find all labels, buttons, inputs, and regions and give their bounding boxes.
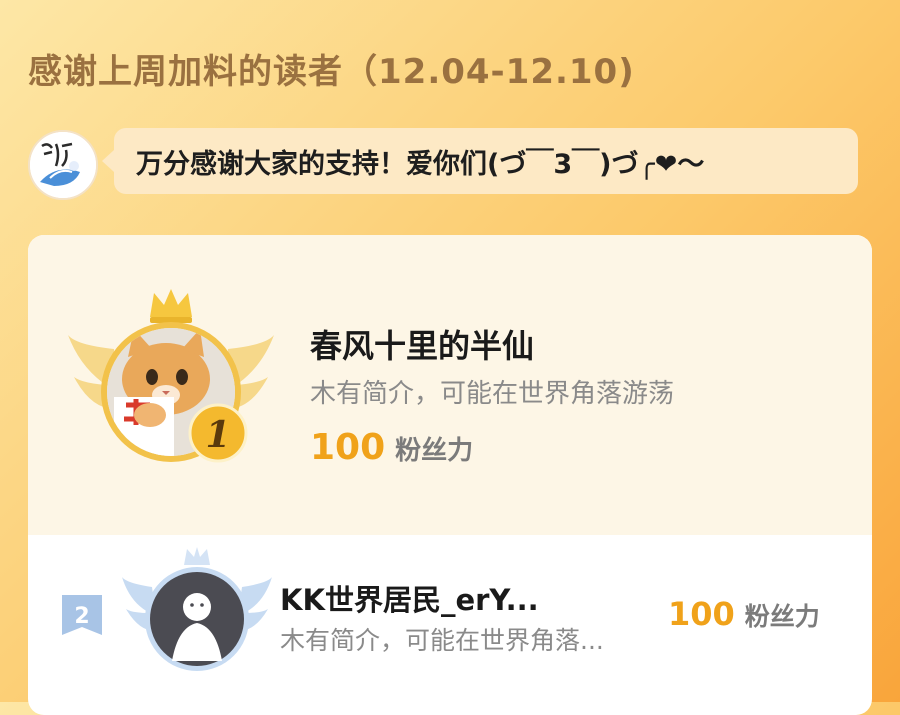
author-avatar[interactable] bbox=[28, 130, 98, 200]
entry-name: KK世界居民_erY... bbox=[280, 583, 539, 617]
crown-icon bbox=[150, 289, 192, 323]
entry-intro: 木有简介，可能在世界角落游荡 bbox=[310, 379, 675, 409]
rank1-number: 1 bbox=[205, 414, 230, 456]
author-message: 万分感谢大家的支持！爱你们(づ￣3￣)づ╭❤～ bbox=[136, 148, 705, 180]
entry-points: 100 粉丝力 bbox=[310, 427, 473, 468]
author-message-bubble: 万分感谢大家的支持！爱你们(づ￣3￣)づ╭❤～ bbox=[102, 128, 858, 194]
rank1-avatar-group: 1 bbox=[66, 287, 276, 477]
rank2-number: 2 bbox=[74, 604, 89, 629]
author-logo-icon bbox=[30, 132, 96, 198]
points-unit: 粉丝力 bbox=[744, 602, 820, 631]
entry-intro: 木有简介，可能在世界角落... bbox=[280, 626, 604, 655]
rank-flag-icon: 2 bbox=[62, 595, 102, 635]
leaderboard-entry-2[interactable]: 2 KK世界居民_erY... 木有简介，可能在世界角落... 100 粉丝力 bbox=[28, 535, 872, 715]
leaderboard-entry-1[interactable]: 1 春风十里的半仙 木有简介，可能在世界角落游荡 100 粉丝力 bbox=[28, 235, 872, 535]
leaderboard-card: 1 春风十里的半仙 木有简介，可能在世界角落游荡 100 粉丝力 2 KK世界居… bbox=[28, 235, 872, 715]
rank1-badge: 1 bbox=[188, 403, 248, 463]
entry-name: 春风十里的半仙 bbox=[310, 327, 535, 365]
points-value: 100 bbox=[310, 427, 386, 468]
rank2-avatar-group bbox=[122, 547, 272, 677]
entry-points: 100 粉丝力 bbox=[668, 595, 820, 633]
page-title: 感谢上周加料的读者（12.04-12.10) bbox=[28, 52, 635, 92]
points-value: 100 bbox=[668, 595, 735, 633]
points-unit: 粉丝力 bbox=[395, 436, 474, 466]
